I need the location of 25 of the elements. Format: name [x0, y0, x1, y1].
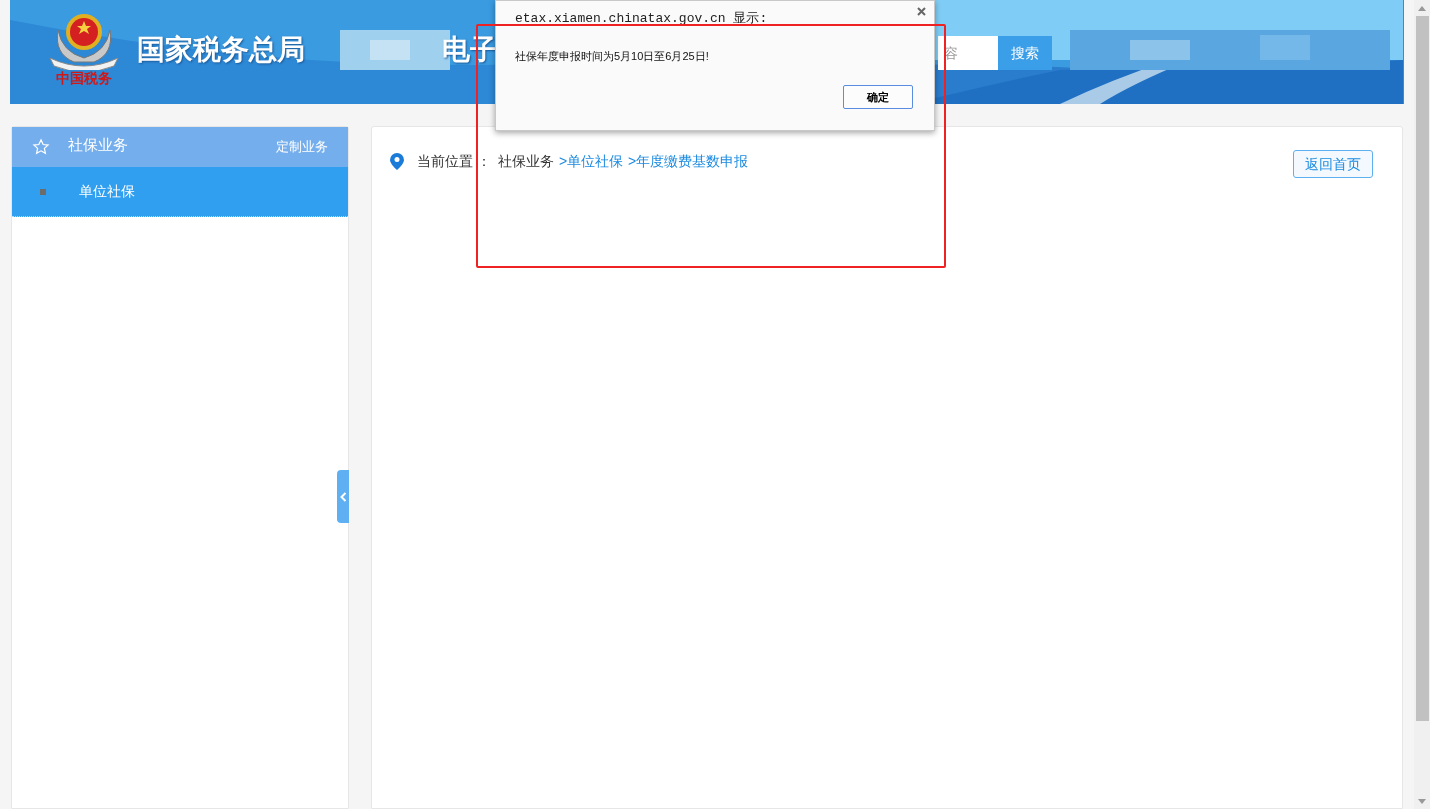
home-button[interactable]: 返回首页 [1293, 150, 1373, 178]
breadcrumb-item: 社保业务 [497, 152, 554, 171]
breadcrumb-link[interactable]: >年度缴费基数申报 [628, 151, 749, 172]
location-pin-icon [390, 153, 404, 170]
breadcrumb-link[interactable]: >单位社保 [558, 151, 624, 172]
scrollbar-thumb[interactable] [1415, 16, 1429, 721]
sidebar-title: 社保业务 [68, 135, 128, 156]
chevron-left-icon [339, 491, 347, 502]
close-icon[interactable] [917, 7, 926, 16]
item-label: 单位社保 [79, 182, 135, 201]
scroll-up-icon[interactable] [1418, 6, 1426, 11]
breadcrumb-label: 当前位置 ： [417, 152, 491, 171]
sidebar-item[interactable]: 单位社保 [12, 167, 348, 217]
star-icon[interactable] [32, 138, 50, 156]
collapse-tab[interactable] [337, 470, 349, 523]
scroll-down-icon[interactable] [1418, 799, 1426, 804]
scrollbar[interactable] [1414, 0, 1430, 809]
dialog-message: 社保年度申报时间为5月10日至6月25日! [515, 49, 709, 64]
ok-button[interactable]: 确定 [843, 85, 913, 109]
customize-link[interactable]: 定制业务 [276, 137, 328, 157]
logo-caption: 中国税务 [56, 71, 112, 85]
dialog-title: etax.xiamen.chinatax.gov.cn 显示: [515, 10, 768, 28]
site-title: 国家税务总局 [137, 36, 305, 64]
bullet-icon [40, 188, 46, 195]
search-button[interactable]: 搜索 [998, 36, 1052, 70]
